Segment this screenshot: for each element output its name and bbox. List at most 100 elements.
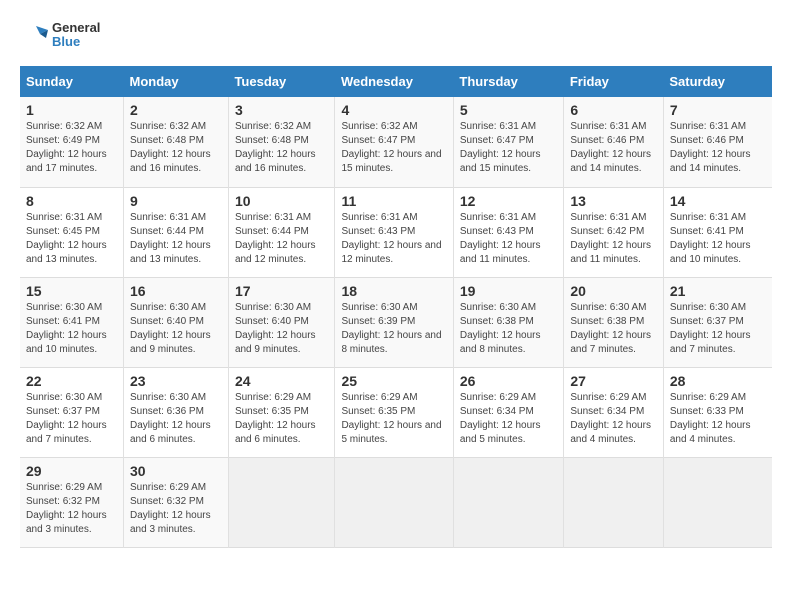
day-info: Sunrise: 6:29 AM Sunset: 6:32 PM Dayligh… [130,481,222,537]
weekday-header-row: SundayMondayTuesdayWednesdayThursdayFrid… [20,66,772,97]
calendar-table: SundayMondayTuesdayWednesdayThursdayFrid… [20,66,772,548]
day-number: 23 [130,373,222,389]
day-info: Sunrise: 6:32 AM Sunset: 6:48 PM Dayligh… [130,120,222,176]
day-number: 30 [130,463,222,479]
calendar-cell: 9 Sunrise: 6:31 AM Sunset: 6:44 PM Dayli… [123,187,228,277]
calendar-cell: 25 Sunrise: 6:29 AM Sunset: 6:35 PM Dayl… [335,367,453,457]
calendar-cell: 2 Sunrise: 6:32 AM Sunset: 6:48 PM Dayli… [123,97,228,187]
day-info: Sunrise: 6:29 AM Sunset: 6:33 PM Dayligh… [670,391,766,447]
calendar-week-3: 15 Sunrise: 6:30 AM Sunset: 6:41 PM Dayl… [20,277,772,367]
calendar-cell [228,457,335,547]
day-number: 10 [235,193,329,209]
day-info: Sunrise: 6:31 AM Sunset: 6:42 PM Dayligh… [570,211,657,267]
day-info: Sunrise: 6:30 AM Sunset: 6:40 PM Dayligh… [130,301,222,357]
calendar-cell: 4 Sunrise: 6:32 AM Sunset: 6:47 PM Dayli… [335,97,453,187]
day-number: 18 [341,283,446,299]
calendar-cell: 12 Sunrise: 6:31 AM Sunset: 6:43 PM Dayl… [453,187,563,277]
calendar-cell: 27 Sunrise: 6:29 AM Sunset: 6:34 PM Dayl… [564,367,664,457]
calendar-cell: 16 Sunrise: 6:30 AM Sunset: 6:40 PM Dayl… [123,277,228,367]
day-number: 1 [26,102,117,118]
calendar-cell: 15 Sunrise: 6:30 AM Sunset: 6:41 PM Dayl… [20,277,123,367]
calendar-cell: 24 Sunrise: 6:29 AM Sunset: 6:35 PM Dayl… [228,367,335,457]
day-info: Sunrise: 6:29 AM Sunset: 6:35 PM Dayligh… [235,391,329,447]
day-number: 27 [570,373,657,389]
calendar-cell: 5 Sunrise: 6:31 AM Sunset: 6:47 PM Dayli… [453,97,563,187]
calendar-cell: 17 Sunrise: 6:30 AM Sunset: 6:40 PM Dayl… [228,277,335,367]
weekday-header-monday: Monday [123,66,228,97]
logo: General Blue [20,20,100,50]
calendar-week-4: 22 Sunrise: 6:30 AM Sunset: 6:37 PM Dayl… [20,367,772,457]
calendar-cell: 10 Sunrise: 6:31 AM Sunset: 6:44 PM Dayl… [228,187,335,277]
day-info: Sunrise: 6:32 AM Sunset: 6:47 PM Dayligh… [341,120,446,176]
day-number: 19 [460,283,557,299]
calendar-cell [453,457,563,547]
day-number: 17 [235,283,329,299]
calendar-cell: 29 Sunrise: 6:29 AM Sunset: 6:32 PM Dayl… [20,457,123,547]
calendar-cell: 21 Sunrise: 6:30 AM Sunset: 6:37 PM Dayl… [663,277,772,367]
day-number: 13 [570,193,657,209]
day-number: 16 [130,283,222,299]
calendar-cell: 8 Sunrise: 6:31 AM Sunset: 6:45 PM Dayli… [20,187,123,277]
day-info: Sunrise: 6:30 AM Sunset: 6:41 PM Dayligh… [26,301,117,357]
day-number: 2 [130,102,222,118]
day-number: 25 [341,373,446,389]
logo-blue: Blue [52,35,100,49]
calendar-cell: 13 Sunrise: 6:31 AM Sunset: 6:42 PM Dayl… [564,187,664,277]
day-number: 26 [460,373,557,389]
weekday-header-thursday: Thursday [453,66,563,97]
day-number: 29 [26,463,117,479]
calendar-cell: 6 Sunrise: 6:31 AM Sunset: 6:46 PM Dayli… [564,97,664,187]
calendar-cell: 30 Sunrise: 6:29 AM Sunset: 6:32 PM Dayl… [123,457,228,547]
day-info: Sunrise: 6:30 AM Sunset: 6:37 PM Dayligh… [670,301,766,357]
weekday-header-wednesday: Wednesday [335,66,453,97]
day-info: Sunrise: 6:31 AM Sunset: 6:47 PM Dayligh… [460,120,557,176]
weekday-header-tuesday: Tuesday [228,66,335,97]
day-info: Sunrise: 6:30 AM Sunset: 6:39 PM Dayligh… [341,301,446,357]
weekday-header-saturday: Saturday [663,66,772,97]
day-info: Sunrise: 6:31 AM Sunset: 6:45 PM Dayligh… [26,211,117,267]
day-number: 24 [235,373,329,389]
day-info: Sunrise: 6:31 AM Sunset: 6:44 PM Dayligh… [235,211,329,267]
calendar-cell [663,457,772,547]
page-header: General Blue [20,20,772,50]
day-info: Sunrise: 6:30 AM Sunset: 6:38 PM Dayligh… [460,301,557,357]
day-info: Sunrise: 6:30 AM Sunset: 6:37 PM Dayligh… [26,391,117,447]
day-number: 22 [26,373,117,389]
day-info: Sunrise: 6:31 AM Sunset: 6:43 PM Dayligh… [341,211,446,267]
calendar-week-5: 29 Sunrise: 6:29 AM Sunset: 6:32 PM Dayl… [20,457,772,547]
day-info: Sunrise: 6:29 AM Sunset: 6:35 PM Dayligh… [341,391,446,447]
day-number: 20 [570,283,657,299]
day-info: Sunrise: 6:30 AM Sunset: 6:40 PM Dayligh… [235,301,329,357]
calendar-cell: 18 Sunrise: 6:30 AM Sunset: 6:39 PM Dayl… [335,277,453,367]
day-info: Sunrise: 6:30 AM Sunset: 6:36 PM Dayligh… [130,391,222,447]
day-info: Sunrise: 6:29 AM Sunset: 6:34 PM Dayligh… [570,391,657,447]
day-info: Sunrise: 6:31 AM Sunset: 6:43 PM Dayligh… [460,211,557,267]
day-number: 11 [341,193,446,209]
calendar-cell: 19 Sunrise: 6:30 AM Sunset: 6:38 PM Dayl… [453,277,563,367]
weekday-header-friday: Friday [564,66,664,97]
day-number: 6 [570,102,657,118]
day-number: 21 [670,283,766,299]
calendar-cell: 11 Sunrise: 6:31 AM Sunset: 6:43 PM Dayl… [335,187,453,277]
weekday-header-sunday: Sunday [20,66,123,97]
day-info: Sunrise: 6:32 AM Sunset: 6:49 PM Dayligh… [26,120,117,176]
day-number: 8 [26,193,117,209]
day-number: 3 [235,102,329,118]
calendar-cell [335,457,453,547]
calendar-cell: 3 Sunrise: 6:32 AM Sunset: 6:48 PM Dayli… [228,97,335,187]
day-info: Sunrise: 6:31 AM Sunset: 6:41 PM Dayligh… [670,211,766,267]
day-number: 5 [460,102,557,118]
day-number: 7 [670,102,766,118]
day-number: 12 [460,193,557,209]
calendar-cell [564,457,664,547]
calendar-cell: 14 Sunrise: 6:31 AM Sunset: 6:41 PM Dayl… [663,187,772,277]
logo-general: General [52,21,100,35]
calendar-cell: 20 Sunrise: 6:30 AM Sunset: 6:38 PM Dayl… [564,277,664,367]
calendar-cell: 28 Sunrise: 6:29 AM Sunset: 6:33 PM Dayl… [663,367,772,457]
logo-bird-icon [20,20,50,50]
calendar-cell: 26 Sunrise: 6:29 AM Sunset: 6:34 PM Dayl… [453,367,563,457]
day-number: 4 [341,102,446,118]
day-info: Sunrise: 6:31 AM Sunset: 6:46 PM Dayligh… [570,120,657,176]
calendar-week-1: 1 Sunrise: 6:32 AM Sunset: 6:49 PM Dayli… [20,97,772,187]
day-number: 15 [26,283,117,299]
